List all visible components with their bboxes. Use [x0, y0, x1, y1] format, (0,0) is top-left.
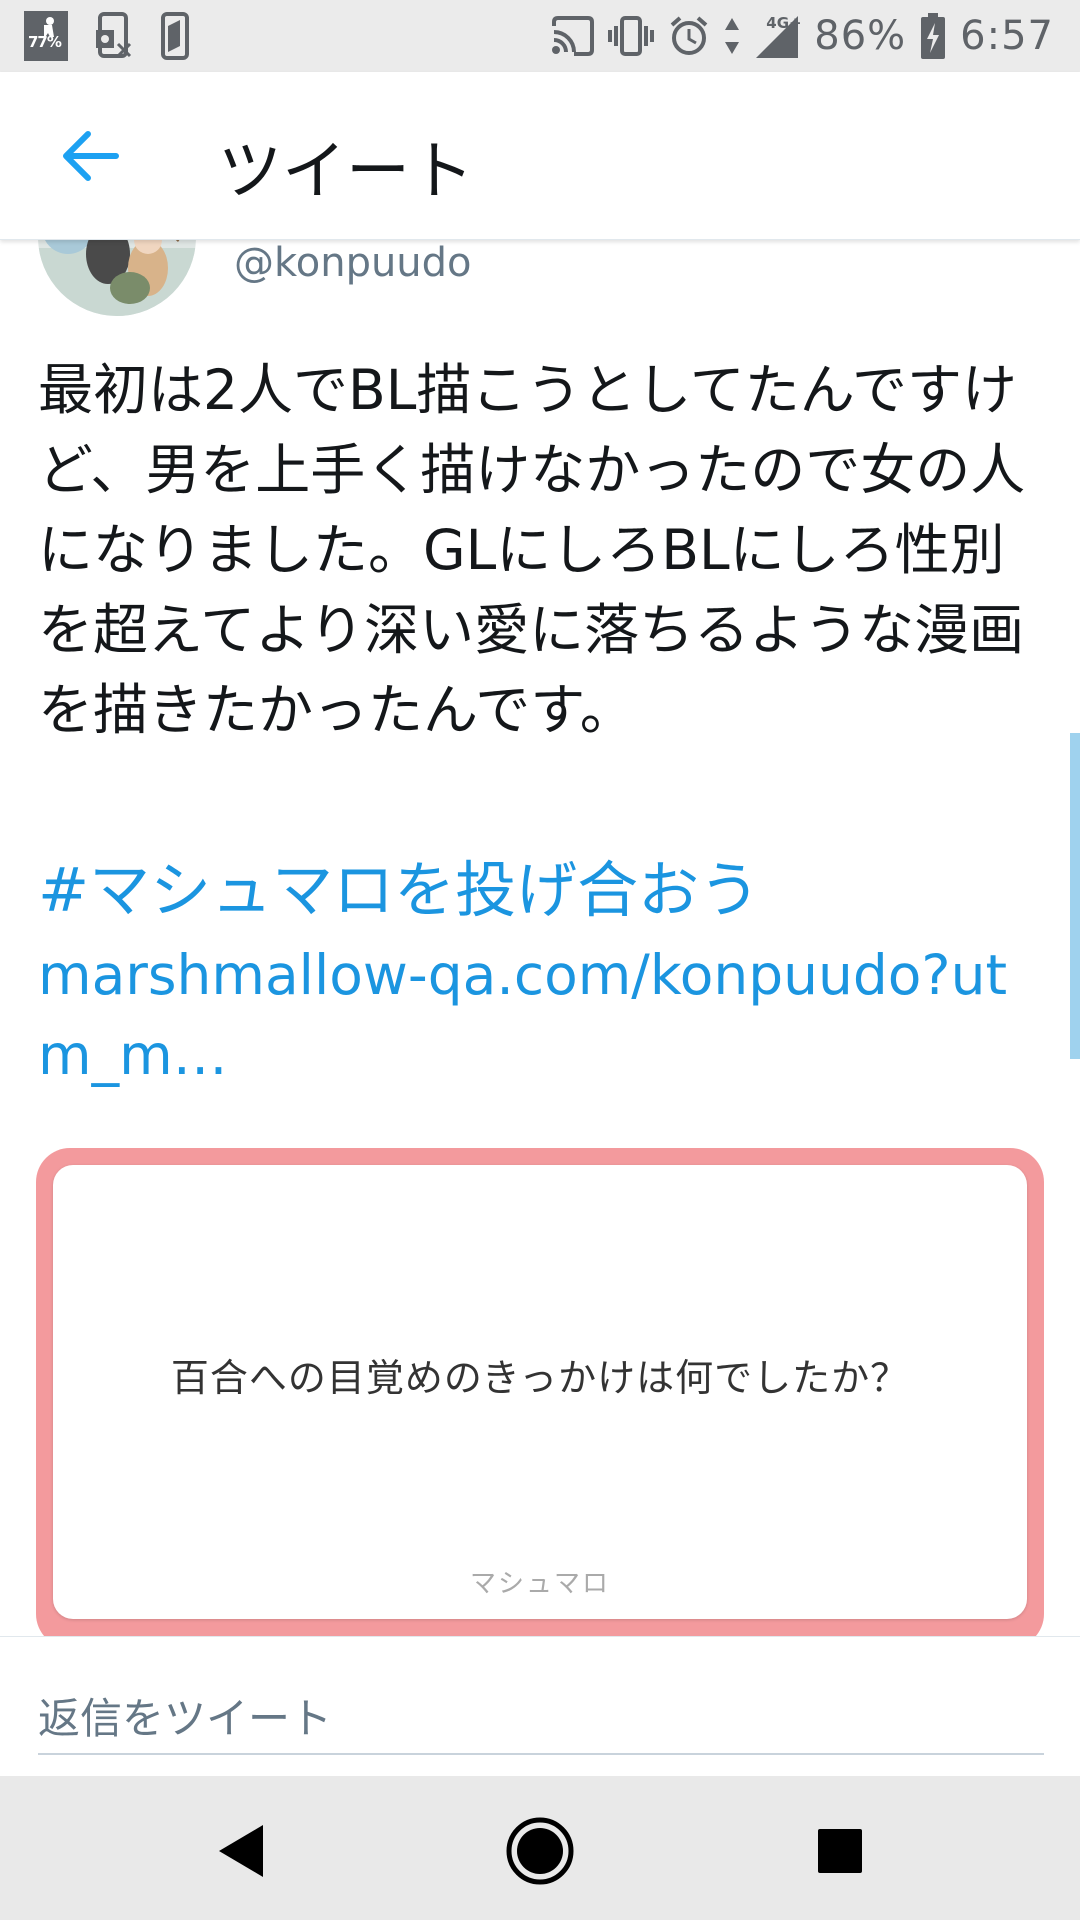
nav-recents-icon [818, 1829, 862, 1873]
avatar[interactable] [38, 240, 196, 316]
battery-percent: 86% [814, 13, 907, 59]
nav-back-icon [219, 1825, 263, 1877]
nav-recents-button[interactable] [790, 1806, 890, 1896]
hashtag-link[interactable]: #マシュマロを投げ合おう [38, 851, 760, 931]
link-card[interactable]: 百合への目覚めのきっかけは何でしたか？ マシュマロ [36, 1148, 1044, 1636]
external-link[interactable]: marshmallow-qa.com/konpuudo?utm_m… [38, 935, 1048, 1095]
clock: 6:57 [960, 13, 1054, 59]
network-type-label: 4G+ [766, 14, 802, 32]
phone-mute-icon [94, 12, 134, 60]
tweet-detail: @konpuudo 最初は2人でBL描こうとしてたんですけど、男を上手く描けなか… [0, 240, 1080, 1636]
battery-widget-label: 77% [28, 33, 62, 51]
card-question: 百合への目覚めのきっかけは何でしたか？ [170, 1356, 910, 1400]
nav-home-button[interactable] [490, 1806, 590, 1896]
app-bar: ツイート [0, 72, 1080, 240]
card-body: 百合への目覚めのきっかけは何でしたか？ マシュマロ [53, 1165, 1027, 1619]
vibrate-icon [608, 16, 655, 56]
cast-icon [550, 16, 595, 56]
user-handle[interactable]: @konpuudo [234, 240, 472, 286]
signal-icon: 4G+ [754, 14, 802, 58]
back-button[interactable] [50, 122, 130, 190]
scrollbar[interactable] [1070, 733, 1080, 1059]
battery-widget-icon: 77% [24, 11, 68, 61]
status-bar-left: 77% [24, 8, 190, 64]
reply-bar: 返信をツイート [0, 1636, 1080, 1776]
data-arrows-icon [724, 16, 740, 56]
phone-icon [160, 12, 190, 60]
status-bar: 77% 4G+ 86% 6:57 [0, 0, 1080, 72]
card-brand: マシュマロ [469, 1569, 610, 1599]
battery-charging-icon [920, 13, 946, 59]
nav-back-button[interactable] [190, 1806, 290, 1896]
nav-home-icon [506, 1817, 574, 1885]
navigation-bar [0, 1776, 1080, 1920]
tweet-text: 最初は2人でBL描こうとしてたんですけど、男を上手く描けなかったので女の人になり… [38, 358, 1026, 742]
alarm-icon [668, 15, 710, 57]
reply-input[interactable]: 返信をツイート [38, 1685, 1044, 1755]
page-title: ツイート [218, 135, 474, 209]
arrow-left-icon [63, 131, 119, 181]
status-bar-right: 4G+ 86% 6:57 [550, 8, 1054, 64]
